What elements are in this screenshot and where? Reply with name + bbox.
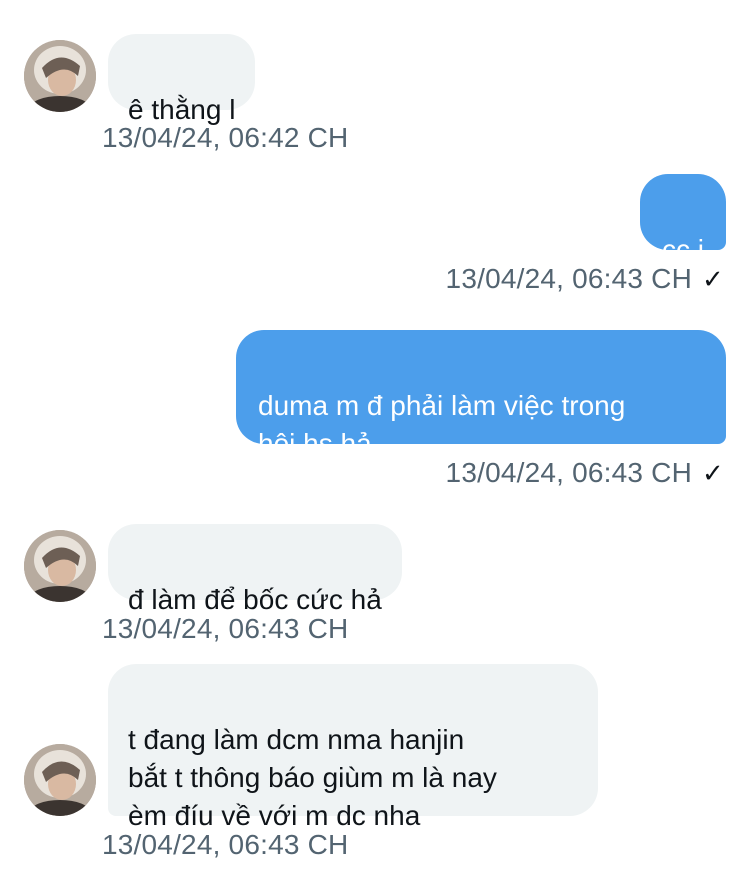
message-timestamp: 13/04/24, 06:43 CH <box>102 829 349 860</box>
avatar-photo-icon <box>24 40 96 112</box>
message-bubble-outgoing[interactable]: cc j <box>640 174 726 265</box>
avatar-photo-icon <box>24 744 96 816</box>
message-text: đ làm để bốc cức hả <box>128 584 382 615</box>
message-timestamp: 13/04/24, 06:43 CH ✓ <box>445 457 724 488</box>
message-text: cc j <box>662 234 704 265</box>
message-bubble-incoming[interactable]: đ làm để bốc cức hả <box>108 524 402 615</box>
message-text: t đang làm dcm nma hanjin bắt t thông bá… <box>128 724 497 831</box>
avatar-photo-icon <box>24 530 96 602</box>
message-timestamp: 13/04/24, 06:43 CH <box>102 613 349 644</box>
message-text: duma m đ phải làm việc trong hội hs hả <box>258 390 626 459</box>
contact-avatar[interactable] <box>24 530 96 602</box>
message-timestamp: 13/04/24, 06:43 CH ✓ <box>445 263 724 294</box>
conversation-thread: ê thằng l 13/04/24, 06:42 CH cc j 13/04/… <box>0 0 750 877</box>
message-bubble-incoming[interactable]: t đang làm dcm nma hanjin bắt t thông bá… <box>108 664 598 831</box>
message-timestamp: 13/04/24, 06:42 CH <box>102 122 349 153</box>
contact-avatar[interactable] <box>24 744 96 816</box>
message-bubble-outgoing[interactable]: duma m đ phải làm việc trong hội hs hả <box>236 330 726 459</box>
message-bubble-incoming[interactable]: ê thằng l <box>108 34 256 125</box>
contact-avatar[interactable] <box>24 40 96 112</box>
check-icon: ✓ <box>702 458 724 488</box>
check-icon: ✓ <box>702 264 724 294</box>
